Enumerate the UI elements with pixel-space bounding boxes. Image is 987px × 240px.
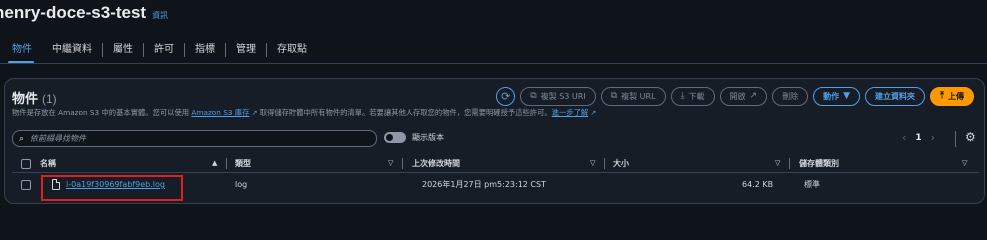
row-checkbox[interactable]: [21, 180, 31, 190]
caret-down-icon: ▼: [843, 91, 851, 101]
show-versions-label: 顯示版本: [412, 133, 444, 142]
tab-metadata[interactable]: 中繼資料: [42, 38, 102, 62]
column-last-modified[interactable]: 上次修改時間: [412, 155, 460, 172]
column-size[interactable]: 大小: [613, 155, 629, 172]
objects-count: (1): [42, 92, 57, 106]
sort-icon[interactable]: ▽: [962, 155, 967, 172]
description-text-2: 取得儲存貯體中所有物件的清單。若要讓其他人存取您的物件，您需要明確授予這些許可。: [257, 108, 552, 117]
description-text: 物件是存放在 Amazon S3 中的基本實體。您可以使用: [12, 108, 192, 117]
download-label: 下載: [688, 92, 705, 101]
search-box: ⌕: [12, 130, 377, 147]
pagination: ‹ 1 ›: [902, 131, 935, 144]
copy-s3-uri-label: 複製 S3 URI: [540, 92, 586, 101]
search-icon: ⌕: [19, 133, 25, 144]
external-link-icon: ↗: [749, 91, 758, 101]
column-divider: [604, 158, 605, 169]
tab-permissions[interactable]: 許可: [144, 38, 184, 62]
object-storage-class: 標準: [804, 180, 820, 189]
show-versions: 顯示版本: [384, 132, 444, 143]
upload-icon: ⤒: [940, 91, 944, 101]
create-folder-button[interactable]: 建立資料夾: [865, 87, 926, 106]
inventory-link[interactable]: Amazon S3 庫存: [191, 108, 249, 117]
info-link[interactable]: 資訊: [152, 10, 168, 21]
actions-label: 動作: [823, 92, 840, 101]
tabs-divider: [0, 63, 987, 64]
table-header: 名稱 ▲ 類型 ▽ 上次修改時間 ▽ 大小 ▽ 儲存體類別 ▽: [12, 155, 979, 173]
column-storage-class[interactable]: 儲存體類別: [799, 155, 839, 172]
open-label: 開啟: [729, 92, 746, 101]
delete-button[interactable]: 刪除: [772, 87, 809, 106]
search-input[interactable]: [30, 134, 351, 143]
sort-icon[interactable]: ▽: [775, 155, 780, 172]
sort-asc-icon[interactable]: ▲: [212, 155, 217, 172]
tab-management[interactable]: 管理: [226, 38, 266, 62]
column-type[interactable]: 類型: [235, 155, 251, 172]
settings-icon[interactable]: ⚙: [965, 130, 976, 144]
bucket-name-title: henry-doce-s3-test: [0, 3, 147, 22]
column-divider: [226, 158, 227, 169]
sort-icon[interactable]: ▽: [388, 155, 393, 172]
tab-objects[interactable]: 物件: [8, 38, 42, 64]
refresh-icon: ⟳: [501, 90, 511, 103]
object-type: log: [235, 180, 248, 189]
objects-header: 物件 (1): [12, 88, 57, 107]
download-icon: ⤓: [680, 91, 685, 101]
show-versions-toggle[interactable]: [384, 132, 406, 143]
refresh-button[interactable]: ⟳: [496, 87, 516, 106]
tab-access-points[interactable]: 存取點: [267, 38, 317, 62]
current-page[interactable]: 1: [915, 133, 921, 143]
copy-url-label: 複製 URL: [621, 92, 656, 101]
objects-description: 物件是存放在 Amazon S3 中的基本實體。您可以使用 Amazon S3 …: [12, 108, 596, 118]
column-divider: [402, 158, 403, 169]
upload-label: 上傳: [948, 92, 964, 101]
create-folder-label: 建立資料夾: [875, 92, 916, 101]
external-link-icon: ↗: [588, 109, 597, 117]
column-name[interactable]: 名稱: [40, 155, 56, 172]
learn-more-link[interactable]: 進一步了解: [552, 108, 588, 117]
column-divider: [789, 158, 790, 169]
copy-s3-uri-button[interactable]: ⧉ 複製 S3 URI: [520, 87, 596, 106]
prev-page-icon[interactable]: ‹: [902, 131, 906, 144]
open-button[interactable]: 開啟 ↗: [719, 87, 768, 106]
actions-dropdown-button[interactable]: 動作 ▼: [813, 87, 861, 106]
copy-icon: ⧉: [530, 91, 537, 101]
object-size: 64.2 KB: [742, 180, 774, 189]
objects-actions: ⟳ ⧉ 複製 S3 URI ⧉ 複製 URL ⤓ 下載 開啟 ↗ 刪除 動作 ▼…: [496, 87, 974, 106]
download-button[interactable]: ⤓ 下載: [670, 87, 715, 106]
delete-label: 刪除: [782, 92, 799, 101]
object-last-modified: 2026年1月27日 pm5:23:12 CST: [422, 180, 546, 189]
pager-divider: [955, 131, 956, 147]
page-header: henry-doce-s3-test 資訊: [0, 3, 168, 25]
objects-title: 物件: [12, 91, 39, 106]
highlight-box: [41, 175, 183, 201]
sort-icon[interactable]: ▽: [590, 155, 595, 172]
bucket-tabs: 物件 中繼資料 屬性 許可 指標 管理 存取點: [8, 38, 317, 64]
upload-button[interactable]: ⤒ 上傳: [930, 87, 974, 106]
tab-metrics[interactable]: 指標: [185, 38, 225, 62]
copy-url-button[interactable]: ⧉ 複製 URL: [600, 87, 666, 106]
tab-properties[interactable]: 屬性: [103, 38, 143, 62]
select-all-checkbox[interactable]: [21, 159, 31, 169]
next-page-icon[interactable]: ›: [931, 131, 935, 144]
copy-icon: ⧉: [610, 91, 618, 101]
